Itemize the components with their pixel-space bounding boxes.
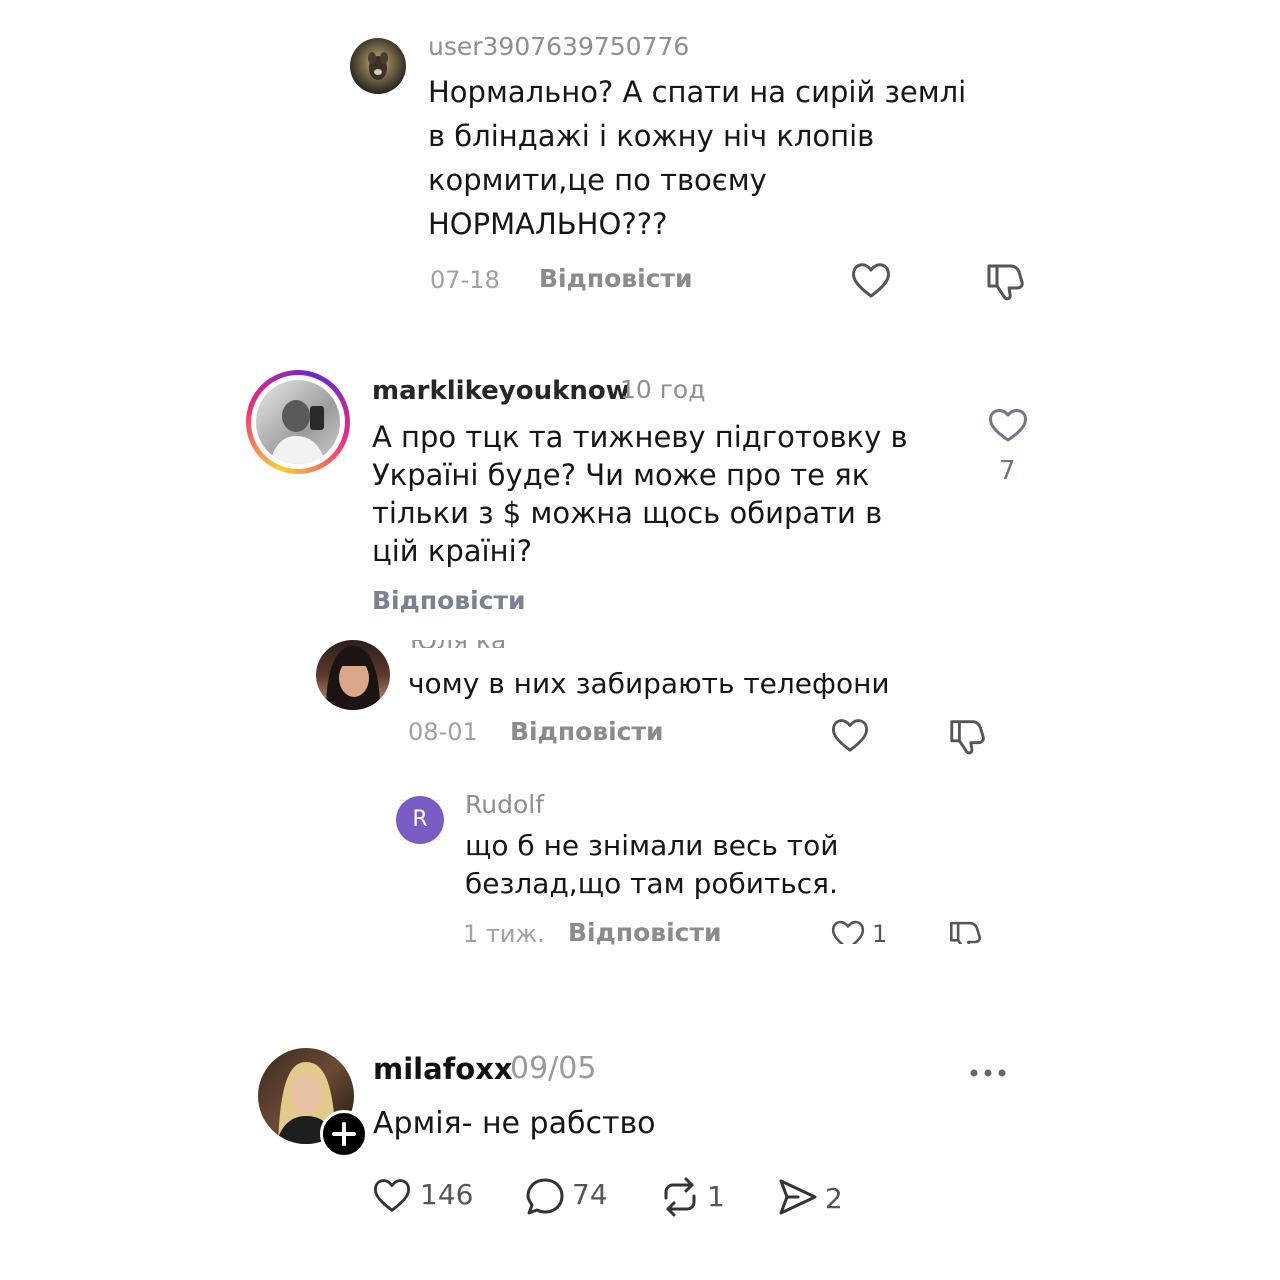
comment-text-line: А про тцк та тижневу підготовку в [372, 420, 908, 454]
heart-outline-icon[interactable] [850, 260, 892, 300]
avatar-photo [368, 52, 388, 80]
heart-outline-icon[interactable] [830, 716, 870, 754]
post-date: 09/05 [510, 1051, 597, 1086]
comment-text-line: цій країні? [372, 534, 533, 568]
avatar[interactable] [316, 640, 390, 710]
comment-time: 10 год [620, 375, 706, 404]
more-dots-icon[interactable] [968, 1066, 1008, 1080]
avatar-story-ring[interactable] [246, 370, 350, 474]
comment-text-line: кормити,це по твоєму [428, 163, 767, 197]
comments-count: 74 [572, 1178, 608, 1211]
comment-username[interactable]: user3907639750776 [428, 32, 689, 61]
avatar-letter[interactable]: R [396, 796, 444, 844]
likes-count: 146 [420, 1178, 474, 1211]
heart-outline-icon[interactable] [987, 406, 1029, 444]
reposts-count: 1 [707, 1180, 725, 1213]
avatar[interactable] [350, 38, 406, 94]
shares-count: 2 [825, 1182, 843, 1215]
share-send-icon[interactable] [776, 1176, 820, 1218]
reply-button[interactable]: Відповісти [510, 717, 663, 746]
heart-outline-icon[interactable] [372, 1176, 412, 1214]
comment-username[interactable]: marklikeyouknow [372, 376, 630, 406]
comment-text-line: Нормально? А спати на сирій землі [428, 75, 967, 109]
avatar [256, 380, 340, 464]
like-count: 7 [999, 456, 1016, 486]
comment-text: чому в них забирають телефони [408, 667, 890, 700]
comment-date: 1 тиж. [463, 920, 545, 948]
comment-username-partial[interactable]: Юля ка [410, 640, 506, 648]
avatar-initial: R [412, 807, 428, 832]
comment-date: 08-01 [408, 718, 478, 746]
reply-button[interactable]: Відповісти [568, 918, 721, 947]
thumbs-down-icon[interactable] [983, 260, 1027, 302]
comment-text-line: НОРМАЛЬНО??? [428, 207, 668, 241]
follow-plus-icon[interactable] [320, 1110, 368, 1158]
comment-text-line: тільки з $ можна щось обирати в [372, 496, 883, 530]
comment-text-line: Україні буде? Чи може про те як [372, 458, 870, 492]
heart-outline-icon[interactable] [830, 918, 866, 944]
comment-bubble-icon[interactable] [524, 1176, 566, 1216]
comment-text-line: в бліндажі і кожну ніч клопів [428, 119, 875, 153]
comment-text-line: що б не знімали весь той [465, 829, 839, 862]
thumbs-down-icon[interactable] [946, 918, 984, 944]
comment-text-line: безлад,що там робиться. [465, 867, 838, 900]
repost-icon[interactable] [658, 1176, 702, 1218]
like-count: 1 [872, 920, 888, 946]
thumbs-down-icon[interactable] [946, 716, 988, 756]
post-text: Армія- не рабство [373, 1106, 656, 1141]
comment-date: 07-18 [430, 266, 500, 294]
comment-username[interactable]: Rudolf [465, 790, 544, 819]
reply-button[interactable]: Відповісти [372, 586, 525, 615]
reply-button[interactable]: Відповісти [539, 264, 692, 293]
post-username[interactable]: milafoxx [373, 1052, 513, 1086]
